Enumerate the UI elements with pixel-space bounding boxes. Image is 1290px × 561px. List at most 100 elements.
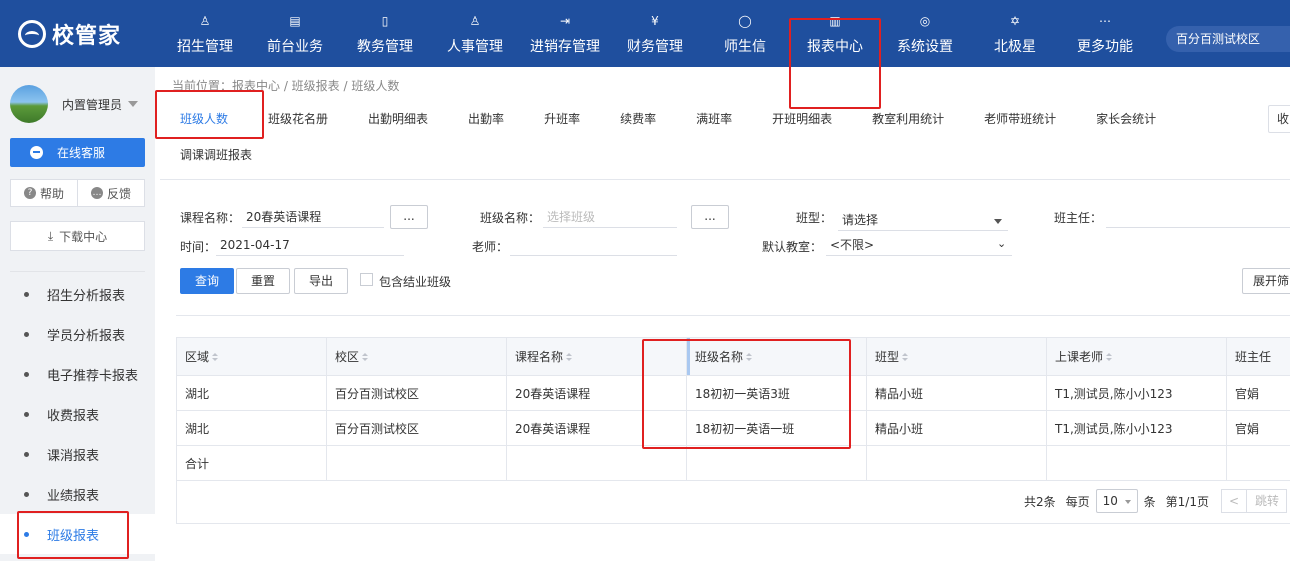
help-button[interactable]: ? 帮助 [10,179,78,207]
tab-row1-2[interactable]: 出勤明细表 [348,101,448,137]
username: 内置管理员 [62,97,123,112]
tab-row1-9[interactable]: 老师带班统计 [964,101,1076,137]
table-total-row: 合计 [176,445,1290,481]
tab-row2-0[interactable]: 调课调班报表 [160,137,272,173]
column-header-5[interactable]: 上课老师 [1046,337,1227,376]
sidebar-item-3[interactable]: 收费报表 [0,394,155,434]
sidebar-item-label: 学员分析报表 [47,328,126,344]
sort-icon[interactable] [746,353,753,362]
sort-icon[interactable] [362,353,369,362]
sort-icon[interactable] [902,353,909,362]
help-feedback-row: ? 帮助 … 反馈 [10,179,145,207]
table-row[interactable]: 湖北 百分百测试校区 20春英语课程 18初初一英语一班 精品小班 T1,测试员,陈小小1… [176,410,1290,446]
course-input[interactable]: 20春英语课程 [242,206,384,228]
sort-icon[interactable] [1106,353,1113,362]
sidebar-item-label: 班级报表 [47,528,100,544]
sidebar-item-0[interactable]: 招生分析报表 [0,274,155,314]
column-header-1[interactable]: 校区 [326,337,507,376]
feedback-button[interactable]: … 反馈 [78,179,145,207]
sidebar-item-1[interactable]: 学员分析报表 [0,314,155,354]
tab-row1-3[interactable]: 出勤率 [448,101,524,137]
nav-item-label: 人事管理 [447,38,503,55]
nav-item-9[interactable]: ✡ 北极星 [970,0,1060,67]
expand-filters-button[interactable]: 展开筛 [1242,268,1290,294]
class-picker-button[interactable]: ... [691,205,729,229]
nav-item-2[interactable]: ▯ 教务管理 [340,0,430,67]
help-label: 帮助 [39,186,64,201]
bullet-icon [24,451,29,457]
prev-page-button[interactable]: < [1221,489,1247,513]
nav-item-label: 前台业务 [267,38,323,55]
teacher-input[interactable] [510,234,677,256]
date-input[interactable]: 2021-04-17 [216,234,404,256]
reset-button[interactable]: 重置 [236,268,290,294]
column-header-2[interactable]: 课程名称 [506,337,687,376]
table-cell: 18初初一英语一班 [686,410,867,446]
tab-row1-5[interactable]: 续费率 [600,101,676,137]
nav-item-6[interactable]: ◯ 师生信 [700,0,790,67]
course-picker-button[interactable]: ... [390,205,428,229]
sidebar-item-label: 课消报表 [47,448,100,464]
online-service-button[interactable]: 在线客服 [10,138,145,167]
tab-row1-7[interactable]: 开班明细表 [752,101,852,137]
include-graduated-checkbox[interactable] [360,273,373,286]
avatar [10,85,48,123]
download-center-button[interactable]: ⤓ 下载中心 [10,221,145,251]
nav-item-4[interactable]: ⇥ 进销存管理 [520,0,610,67]
campus-selector[interactable]: 百分百测试校区 [1166,26,1290,52]
column-header-6[interactable]: 班主任 [1226,337,1290,376]
table-cell [686,445,867,481]
divider [176,315,1290,316]
tab-row1-1[interactable]: 班级花名册 [248,101,348,137]
nav-item-label: 进销存管理 [530,38,600,55]
collapse-tabs-button[interactable]: 收 [1268,105,1290,133]
table-body: 湖北 百分百测试校区 20春英语课程 18初初一英语3班 精品小班 T1,测试员,陈小小1… [176,375,1290,481]
sidebar-item-2[interactable]: 电子推荐卡报表 [0,354,155,394]
nav-item-10[interactable]: ⋯ 更多功能 [1060,0,1150,67]
sidebar-item-label: 电子推荐卡报表 [47,368,139,384]
sidebar-item-label: 收费报表 [47,408,100,424]
user-menu[interactable]: 内置管理员 [10,85,139,123]
classroom-select[interactable]: <不限> [826,234,1012,256]
table-cell: 百分百测试校区 [326,410,507,446]
download-label: 下载中心 [59,229,108,244]
column-header-label: 区域 [185,350,210,364]
column-header-3[interactable]: 班级名称 [686,337,867,376]
sidebar-item-6[interactable]: 班级报表 [0,514,155,554]
tab-row1-0[interactable]: 班级人数 [160,101,248,137]
jump-page-button[interactable]: 跳转 [1247,489,1287,513]
tab-row1-10[interactable]: 家长会统计 [1076,101,1176,137]
column-header-0[interactable]: 区域 [176,337,327,376]
class-input[interactable]: 选择班级 [543,206,677,228]
sort-icon[interactable] [566,353,573,362]
nav-item-0[interactable]: ♙ 招生管理 [160,0,250,67]
nav-item-7[interactable]: ▥ 报表中心 [790,0,880,67]
class-type-select[interactable]: 请选择 [838,209,1008,231]
table-row[interactable]: 湖北 百分百测试校区 20春英语课程 18初初一英语3班 精品小班 T1,测试员,陈小小1… [176,375,1290,411]
sidebar-item-4[interactable]: 课消报表 [0,434,155,474]
nav-item-5[interactable]: ¥ 财务管理 [610,0,700,67]
nav-item-1[interactable]: ▤ 前台业务 [250,0,340,67]
brand-logo[interactable]: 校管家 [18,18,121,50]
export-button[interactable]: 导出 [294,268,348,294]
table-cell: 精品小班 [866,410,1047,446]
download-icon: ⤓ [47,228,54,243]
nav-item-8[interactable]: ◎ 系统设置 [880,0,970,67]
nav-item-3[interactable]: ♙ 人事管理 [430,0,520,67]
pagination: 共2条 每页 10 条 第1/1页 < 跳转 [1024,489,1287,513]
tab-row1-6[interactable]: 满班率 [676,101,752,137]
column-header-4[interactable]: 班型 [866,337,1047,376]
page-size-select[interactable]: 10 [1095,489,1138,513]
classroom-label: 默认教室： [762,240,823,254]
sort-icon[interactable] [212,353,219,362]
report-icon: ▥ [829,13,841,28]
head-teacher-input[interactable] [1106,206,1290,228]
tab-row1-8[interactable]: 教室利用统计 [852,101,964,137]
table-cell: 20春英语课程 [506,375,687,411]
nav-item-label: 更多功能 [1077,38,1133,55]
table-cell: 官娟 [1226,410,1290,446]
table-cell [326,445,507,481]
tab-row1-4[interactable]: 升班率 [524,101,600,137]
query-button[interactable]: 查询 [180,268,234,294]
sidebar-item-5[interactable]: 业绩报表 [0,474,155,514]
